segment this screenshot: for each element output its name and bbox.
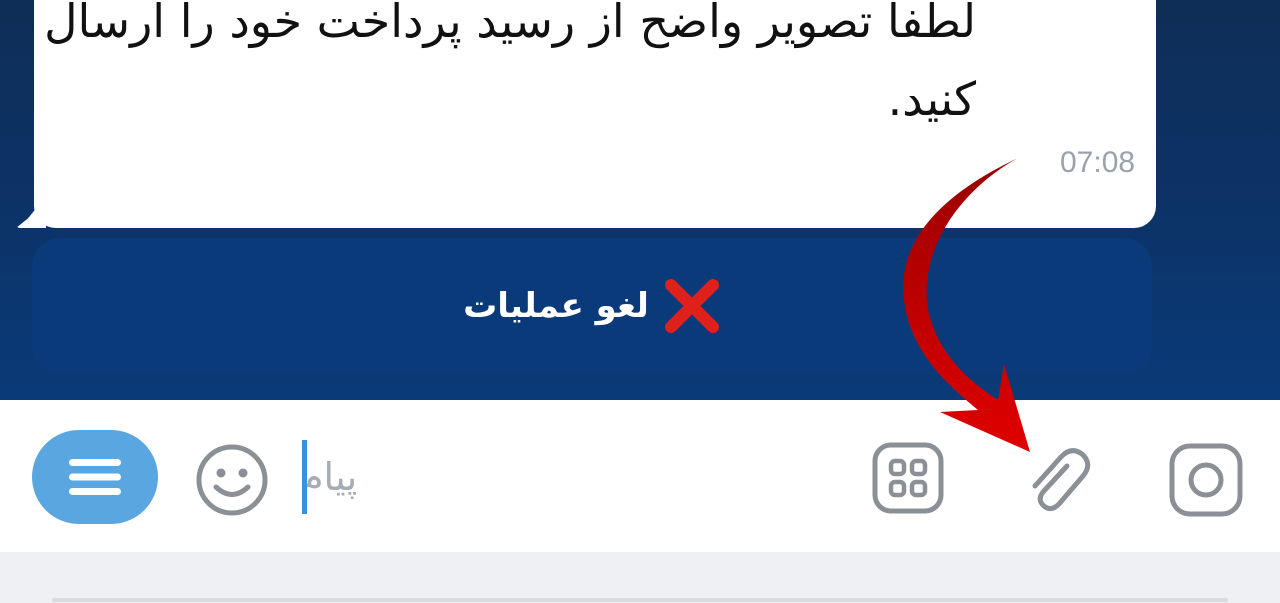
chat-area: لطفاً تصویر واضح از رسید پرداخت خود را ا… xyxy=(0,0,1280,400)
camera-button[interactable] xyxy=(1166,440,1246,520)
hamburger-menu-icon xyxy=(69,459,121,495)
smiley-icon xyxy=(196,444,268,516)
attach-button[interactable] xyxy=(1022,440,1094,520)
bottom-divider xyxy=(52,598,1228,602)
paperclip-icon xyxy=(1032,448,1091,512)
bottom-strip xyxy=(0,552,1280,603)
message-time: 07:08 xyxy=(1060,146,1136,179)
menu-button[interactable] xyxy=(32,430,158,524)
cancel-operation-button[interactable]: لغو عملیات xyxy=(32,238,1152,374)
x-icon xyxy=(664,279,719,333)
message-input[interactable] xyxy=(300,438,840,516)
grid-apps-icon xyxy=(872,442,944,514)
camera-icon xyxy=(1169,443,1243,517)
message-bubble[interactable]: لطفاً تصویر واضح از رسید پرداخت خود را ا… xyxy=(34,0,1156,228)
text-caret xyxy=(302,440,307,514)
message-text: لطفاً تصویر واضح از رسید پرداخت خود را ا… xyxy=(44,0,976,126)
apps-button[interactable] xyxy=(870,440,946,516)
emoji-button[interactable] xyxy=(192,440,272,520)
cancel-operation-label: لغو عملیات xyxy=(463,286,649,326)
